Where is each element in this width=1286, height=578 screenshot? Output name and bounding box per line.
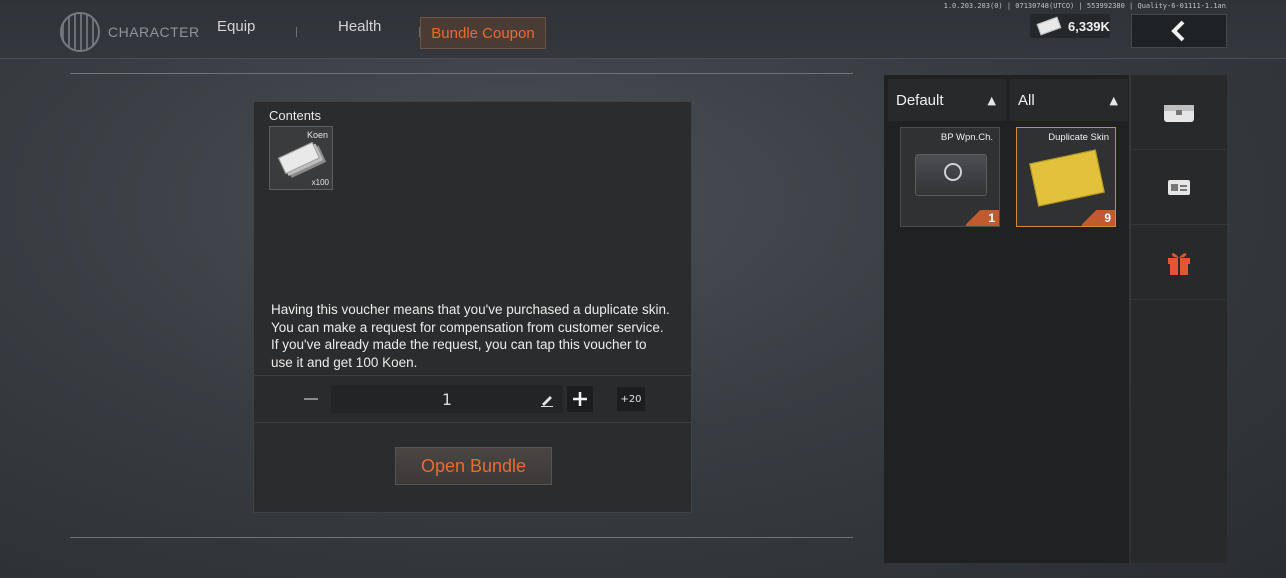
side-tab-gift[interactable] [1131,225,1227,300]
plus-icon [573,392,587,406]
caret-up-icon: ▲ [1109,94,1118,107]
version-info: 1.0.203.203(0) | 07130748(UTCO) | 553992… [943,2,1226,10]
open-bundle-button[interactable]: Open Bundle [395,447,552,485]
sort-label: Default [896,91,944,109]
inventory-card-bp-weapon-chest[interactable]: BP Wpn.Ch. 1 [900,127,1000,227]
tab-divider [296,27,297,37]
contents-label: Contents [269,108,322,123]
divider-line [70,537,853,538]
voucher-icon [1029,149,1105,207]
bundle-panel: Contents Koen x100 Having this voucher m… [253,101,692,513]
plus-20-button[interactable]: +20 [617,387,645,411]
plus-button[interactable] [567,386,593,412]
quantity-stepper: 1 +20 [254,375,691,423]
sort-dropdown[interactable]: Default ▲ [888,79,1006,121]
crate-emblem [944,163,962,181]
inventory-panel: Default ▲ All ▲ BP Wpn.Ch. 1 Duplicate S… [884,75,1129,563]
chest-icon [1164,105,1194,122]
koen-stack-icon [277,141,321,175]
card-name: BP Wpn.Ch. [940,132,993,143]
top-bar: CHARACTER Equip Health Bundle Coupon 1.0… [0,0,1286,59]
minus-icon [304,398,318,400]
divider-line [70,73,853,74]
side-tab-card[interactable] [1131,150,1227,225]
card-count: 9 [1082,210,1115,226]
globe-icon [60,12,100,52]
card-count: 1 [966,210,999,226]
caret-up-icon: ▲ [987,94,996,107]
card-name: Duplicate Skin [1048,132,1109,143]
id-card-icon [1168,180,1190,195]
inventory-card-duplicate-skin[interactable]: Duplicate Skin 9 [1016,127,1116,227]
item-quantity: x100 [311,178,329,187]
side-tab-chest[interactable] [1131,75,1227,150]
minus-button[interactable] [297,386,325,412]
content-item-slot[interactable]: Koen x100 [269,126,333,190]
item-name: Koen [306,130,328,140]
category-dropdown[interactable]: All ▲ [1010,79,1128,121]
brand-label: CHARACTER [108,24,200,40]
side-category-bar [1131,75,1227,563]
quantity-value: 1 [441,389,453,409]
currency-value: 6,339K [1068,18,1110,34]
koen-bill-icon [1036,16,1062,36]
quantity-input[interactable]: 1 [331,385,563,413]
pencil-icon[interactable] [540,393,554,407]
weapon-crate-icon [915,154,987,196]
chevron-left-icon [1171,20,1185,42]
tab-health[interactable]: Health [338,18,381,35]
tab-bundle-coupon[interactable]: Bundle Coupon [420,17,546,49]
voucher-description: Having this voucher means that you've pu… [271,302,670,370]
brand: CHARACTER [60,12,200,52]
category-label: All [1018,91,1035,109]
gift-icon [1168,253,1190,275]
back-button[interactable] [1131,14,1227,48]
currency-display: 6,339K [1030,14,1110,38]
tab-equip[interactable]: Equip [217,18,255,35]
